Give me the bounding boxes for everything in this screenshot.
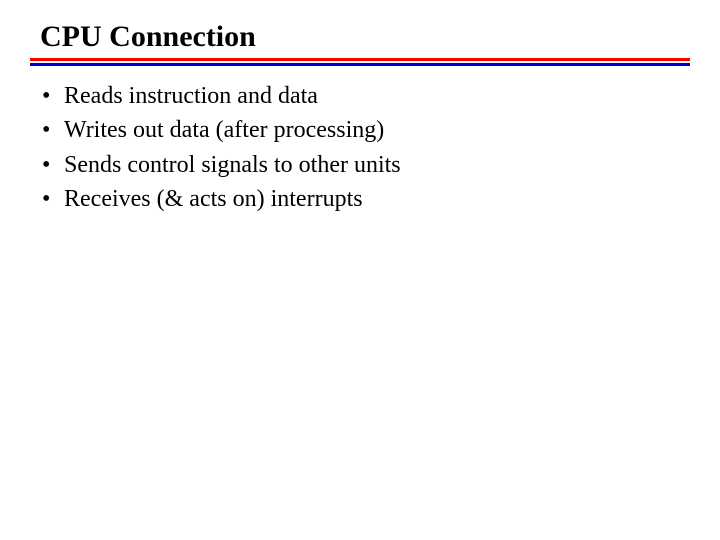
bullet-list: • Reads instruction and data • Writes ou…: [30, 80, 690, 216]
title-divider: [30, 58, 690, 66]
bullet-icon: •: [42, 80, 64, 112]
bullet-text: Sends control signals to other units: [64, 149, 690, 181]
bullet-icon: •: [42, 183, 64, 215]
list-item: • Writes out data (after processing): [42, 114, 690, 146]
bullet-icon: •: [42, 149, 64, 181]
list-item: • Sends control signals to other units: [42, 149, 690, 181]
bullet-text: Writes out data (after processing): [64, 114, 690, 146]
list-item: • Reads instruction and data: [42, 80, 690, 112]
bullet-icon: •: [42, 114, 64, 146]
divider-blue-line: [30, 63, 690, 66]
bullet-text: Reads instruction and data: [64, 80, 690, 112]
list-item: • Receives (& acts on) interrupts: [42, 183, 690, 215]
bullet-text: Receives (& acts on) interrupts: [64, 183, 690, 215]
slide-title: CPU Connection: [40, 20, 690, 54]
